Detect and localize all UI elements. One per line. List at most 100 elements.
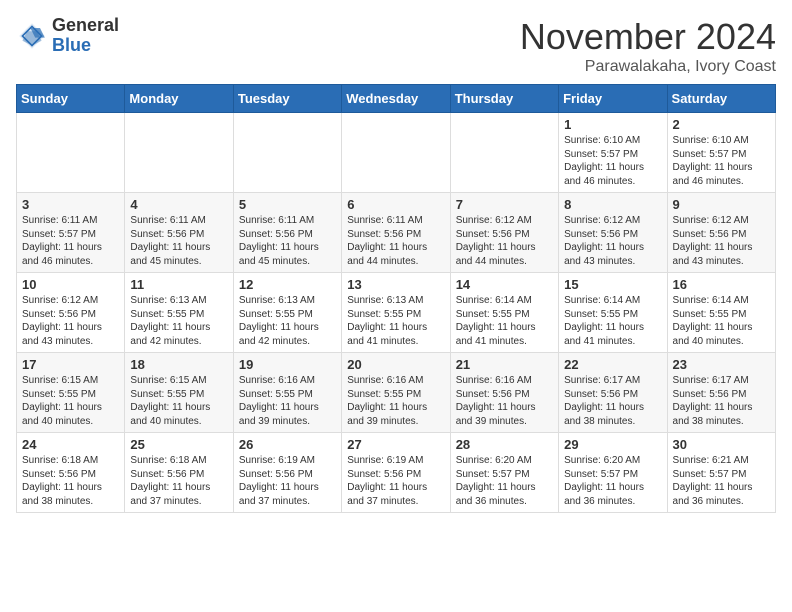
calendar-cell: 13Sunrise: 6:13 AMSunset: 5:55 PMDayligh…	[342, 273, 450, 353]
column-header-tuesday: Tuesday	[233, 85, 341, 113]
calendar-cell: 25 Sunrise: 6:18 AMSunset: 5:56 PMDayligh…	[125, 433, 233, 513]
cell-info: Sunrise: 6:18 AMSunset: 5:56 PMDaylight:…	[130, 454, 227, 508]
calendar-table: SundayMondayTuesdayWednesdayThursdayFrid…	[16, 84, 776, 513]
cell-info: Sunrise: 6:17 AMSunset: 5:56 PMDaylight:…	[673, 374, 770, 428]
calendar-cell: 30 Sunrise: 6:21 AMSunset: 5:57 PMDayligh…	[667, 433, 775, 513]
cell-info: Sunrise: 6:14 AMSunset: 5:55 PMDaylight:…	[673, 294, 770, 348]
title-block: November 2024 Parawalakaha, Ivory Coast	[520, 16, 776, 76]
calendar-cell: 7Sunrise: 6:12 AMSunset: 5:56 PMDaylight…	[450, 193, 558, 273]
day-number: 5	[239, 197, 336, 212]
calendar-cell	[17, 113, 125, 193]
day-number: 16	[673, 277, 770, 292]
calendar-cell: 22 Sunrise: 6:17 AMSunset: 5:56 PMDayligh…	[559, 353, 667, 433]
calendar-week-row: 17 Sunrise: 6:15 AMSunset: 5:55 PMDayligh…	[17, 353, 776, 433]
day-number: 18	[130, 357, 227, 372]
cell-info: Sunrise: 6:13 AMSunset: 5:55 PMDaylight:…	[239, 294, 336, 348]
day-number: 7	[456, 197, 553, 212]
day-number: 12	[239, 277, 336, 292]
cell-info: Sunrise: 6:14 AMSunset: 5:55 PMDaylight:…	[456, 294, 553, 348]
calendar-cell: 15 Sunrise: 6:14 AMSunset: 5:55 PMDayligh…	[559, 273, 667, 353]
calendar-cell: 10Sunrise: 6:12 AMSunset: 5:56 PMDayligh…	[17, 273, 125, 353]
cell-info: Sunrise: 6:10 AMSunset: 5:57 PMDaylight:…	[673, 134, 770, 188]
calendar-cell: 20Sunrise: 6:16 AMSunset: 5:55 PMDayligh…	[342, 353, 450, 433]
calendar-cell	[342, 113, 450, 193]
calendar-cell	[125, 113, 233, 193]
cell-info: Sunrise: 6:12 AMSunset: 5:56 PMDaylight:…	[564, 214, 661, 268]
calendar-week-row: 24 Sunrise: 6:18 AMSunset: 5:56 PMDayligh…	[17, 433, 776, 513]
month-year-title: November 2024	[520, 16, 776, 58]
day-number: 25	[130, 437, 227, 452]
cell-info: Sunrise: 6:17 AMSunset: 5:56 PMDaylight:…	[564, 374, 661, 428]
day-number: 29	[564, 437, 661, 452]
day-number: 21	[456, 357, 553, 372]
calendar-cell: 27 Sunrise: 6:19 AMSunset: 5:56 PMDayligh…	[342, 433, 450, 513]
day-number: 8	[564, 197, 661, 212]
calendar-cell: 2 Sunrise: 6:10 AMSunset: 5:57 PMDaylight…	[667, 113, 775, 193]
column-header-sunday: Sunday	[17, 85, 125, 113]
cell-info: Sunrise: 6:18 AMSunset: 5:56 PMDaylight:…	[22, 454, 119, 508]
cell-info: Sunrise: 6:19 AMSunset: 5:56 PMDaylight:…	[347, 454, 444, 508]
day-number: 24	[22, 437, 119, 452]
cell-info: Sunrise: 6:11 AMSunset: 5:57 PMDaylight:…	[22, 214, 119, 268]
calendar-cell: 11Sunrise: 6:13 AMSunset: 5:55 PMDayligh…	[125, 273, 233, 353]
day-number: 14	[456, 277, 553, 292]
logo-icon	[16, 20, 48, 52]
calendar-cell: 16 Sunrise: 6:14 AMSunset: 5:55 PMDayligh…	[667, 273, 775, 353]
calendar-cell: 19 Sunrise: 6:16 AMSunset: 5:55 PMDayligh…	[233, 353, 341, 433]
day-number: 20	[347, 357, 444, 372]
day-number: 26	[239, 437, 336, 452]
logo-text: General Blue	[52, 16, 119, 56]
column-header-friday: Friday	[559, 85, 667, 113]
calendar-cell: 8 Sunrise: 6:12 AMSunset: 5:56 PMDaylight…	[559, 193, 667, 273]
calendar-cell	[450, 113, 558, 193]
calendar-cell: 18Sunrise: 6:15 AMSunset: 5:55 PMDayligh…	[125, 353, 233, 433]
day-number: 27	[347, 437, 444, 452]
calendar-cell: 5Sunrise: 6:11 AMSunset: 5:56 PMDaylight…	[233, 193, 341, 273]
cell-info: Sunrise: 6:21 AMSunset: 5:57 PMDaylight:…	[673, 454, 770, 508]
day-number: 30	[673, 437, 770, 452]
cell-info: Sunrise: 6:16 AMSunset: 5:56 PMDaylight:…	[456, 374, 553, 428]
day-number: 2	[673, 117, 770, 132]
day-number: 4	[130, 197, 227, 212]
day-number: 22	[564, 357, 661, 372]
calendar-cell: 9Sunrise: 6:12 AMSunset: 5:56 PMDaylight…	[667, 193, 775, 273]
day-number: 9	[673, 197, 770, 212]
cell-info: Sunrise: 6:20 AMSunset: 5:57 PMDaylight:…	[564, 454, 661, 508]
calendar-cell: 23 Sunrise: 6:17 AMSunset: 5:56 PMDayligh…	[667, 353, 775, 433]
page-header: General Blue November 2024 Parawalakaha,…	[16, 16, 776, 76]
calendar-cell: 21 Sunrise: 6:16 AMSunset: 5:56 PMDayligh…	[450, 353, 558, 433]
day-number: 6	[347, 197, 444, 212]
column-header-saturday: Saturday	[667, 85, 775, 113]
cell-info: Sunrise: 6:20 AMSunset: 5:57 PMDaylight:…	[456, 454, 553, 508]
cell-info: Sunrise: 6:14 AMSunset: 5:55 PMDaylight:…	[564, 294, 661, 348]
calendar-cell: 3 Sunrise: 6:11 AMSunset: 5:57 PMDaylight…	[17, 193, 125, 273]
calendar-cell: 12 Sunrise: 6:13 AMSunset: 5:55 PMDayligh…	[233, 273, 341, 353]
calendar-cell: 17 Sunrise: 6:15 AMSunset: 5:55 PMDayligh…	[17, 353, 125, 433]
location-subtitle: Parawalakaha, Ivory Coast	[520, 58, 776, 76]
cell-info: Sunrise: 6:10 AMSunset: 5:57 PMDaylight:…	[564, 134, 661, 188]
day-number: 1	[564, 117, 661, 132]
calendar-cell: 1 Sunrise: 6:10 AMSunset: 5:57 PMDaylight…	[559, 113, 667, 193]
day-number: 19	[239, 357, 336, 372]
column-header-thursday: Thursday	[450, 85, 558, 113]
cell-info: Sunrise: 6:16 AMSunset: 5:55 PMDaylight:…	[239, 374, 336, 428]
day-number: 23	[673, 357, 770, 372]
day-number: 15	[564, 277, 661, 292]
calendar-cell: 4 Sunrise: 6:11 AMSunset: 5:56 PMDaylight…	[125, 193, 233, 273]
calendar-week-row: 10Sunrise: 6:12 AMSunset: 5:56 PMDayligh…	[17, 273, 776, 353]
day-number: 13	[347, 277, 444, 292]
day-number: 10	[22, 277, 119, 292]
cell-info: Sunrise: 6:15 AMSunset: 5:55 PMDaylight:…	[22, 374, 119, 428]
calendar-header-row: SundayMondayTuesdayWednesdayThursdayFrid…	[17, 85, 776, 113]
logo-general-text: General	[52, 15, 119, 35]
logo: General Blue	[16, 16, 119, 56]
calendar-cell: 26Sunrise: 6:19 AMSunset: 5:56 PMDayligh…	[233, 433, 341, 513]
day-number: 17	[22, 357, 119, 372]
cell-info: Sunrise: 6:11 AMSunset: 5:56 PMDaylight:…	[130, 214, 227, 268]
calendar-cell	[233, 113, 341, 193]
logo-blue-text: Blue	[52, 35, 91, 55]
column-header-wednesday: Wednesday	[342, 85, 450, 113]
cell-info: Sunrise: 6:13 AMSunset: 5:55 PMDaylight:…	[130, 294, 227, 348]
day-number: 3	[22, 197, 119, 212]
calendar-cell: 28Sunrise: 6:20 AMSunset: 5:57 PMDayligh…	[450, 433, 558, 513]
